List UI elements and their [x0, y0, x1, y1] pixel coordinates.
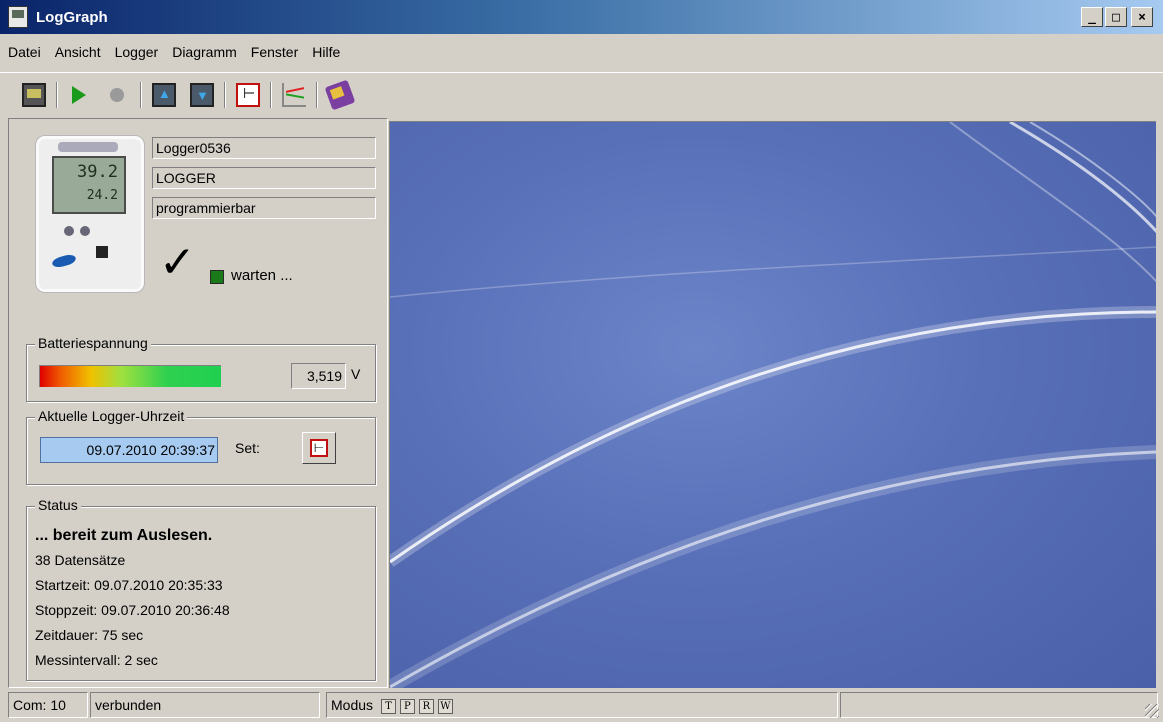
- status-group-title: Status: [35, 497, 81, 513]
- menu-ansicht[interactable]: Ansicht: [55, 44, 101, 60]
- status-headline: ... bereit zum Auslesen.: [35, 527, 213, 544]
- device-button: [80, 226, 90, 236]
- menu-fenster[interactable]: Fenster: [251, 44, 298, 60]
- logger-name-field: Logger0536: [152, 137, 376, 159]
- battery-group: Batteriespannung 3,519 V: [26, 335, 376, 402]
- status-records: 38 Datensätze: [35, 552, 126, 568]
- toolbar-separator: [316, 81, 318, 108]
- toolbar-separator: [224, 81, 226, 108]
- set-time-button[interactable]: ⊢: [302, 432, 336, 464]
- toolbar-separator: [140, 81, 142, 108]
- status-lines: ... bereit zum Auslesen. 38 Datensätze S…: [35, 523, 230, 673]
- status-led-icon: [210, 270, 224, 284]
- mode-label: Modus: [331, 697, 374, 713]
- logger-device-image: 39.2 24.2: [35, 135, 145, 293]
- com-port-panel: Com: 10: [8, 692, 88, 718]
- menu-diagramm[interactable]: Diagramm: [172, 44, 237, 60]
- status-group: Status ... bereit zum Auslesen. 38 Daten…: [26, 497, 376, 681]
- mode-t: T: [380, 698, 396, 714]
- checkmark-icon: ✓: [159, 237, 196, 288]
- status-start-time: Startzeit: 09.07.2010 20:35:33: [35, 577, 223, 593]
- battery-voltage-unit: V: [351, 366, 361, 382]
- help-book-icon[interactable]: [324, 79, 356, 110]
- workspace-background: [389, 121, 1156, 688]
- toolbar-separator: [270, 81, 272, 108]
- download-icon[interactable]: [190, 82, 214, 107]
- record-icon: [110, 87, 124, 102]
- status-bar: Com: 10 verbunden Modus TPRW: [0, 690, 1163, 722]
- play-button[interactable]: [68, 83, 92, 107]
- status-stop-time: Stoppzeit: 09.07.2010 20:36:48: [35, 602, 230, 618]
- extra-status-panel: [840, 692, 1158, 718]
- logger-state-text: warten ...: [231, 267, 293, 284]
- toolbar: [0, 72, 1163, 116]
- resize-grip[interactable]: [1145, 704, 1159, 718]
- record-button[interactable]: [106, 83, 130, 107]
- mode-r: R: [418, 698, 434, 714]
- minimize-button[interactable]: _: [1081, 7, 1103, 27]
- play-icon: [72, 85, 86, 104]
- battery-group-title: Batteriespannung: [35, 335, 151, 351]
- logger-time-field[interactable]: 09.07.2010 20:39:37: [40, 437, 218, 463]
- device-button: [64, 226, 74, 236]
- device-logo: [51, 253, 77, 269]
- mode-w: W: [437, 698, 453, 714]
- menu-datei[interactable]: Datei: [8, 44, 41, 60]
- title-bar: LogGraph _ □ ×: [0, 0, 1163, 34]
- status-interval: Messintervall: 2 sec: [35, 652, 158, 668]
- close-button[interactable]: ×: [1131, 7, 1153, 27]
- logger-type-field: LOGGER: [152, 167, 376, 189]
- menu-hilfe[interactable]: Hilfe: [312, 44, 340, 60]
- toolbar-separator: [56, 81, 58, 108]
- battery-voltage-value: 3,519: [291, 363, 346, 389]
- menu-logger[interactable]: Logger: [115, 44, 159, 60]
- mode-panel: Modus TPRW: [326, 692, 838, 718]
- logger-icon[interactable]: [22, 82, 46, 107]
- logger-time-group: Aktuelle Logger-Uhrzeit 09.07.2010 20:39…: [26, 408, 376, 485]
- lcd-line-2: 24.2: [86, 188, 118, 203]
- set-label: Set:: [235, 440, 260, 456]
- device-lcd: 39.2 24.2: [52, 156, 126, 214]
- lcd-line-1: 39.2: [77, 162, 118, 182]
- app-icon: [8, 6, 28, 28]
- chart-icon[interactable]: [282, 82, 306, 107]
- logger-time-group-title: Aktuelle Logger-Uhrzeit: [35, 408, 188, 424]
- device-hanger: [58, 142, 118, 152]
- window-controls: _ □ ×: [1081, 7, 1153, 27]
- device-usb-port: [96, 246, 108, 258]
- logger-info-panel: 39.2 24.2 Logger0536 LOGGER programmierb…: [8, 118, 388, 688]
- clock-icon[interactable]: [236, 82, 260, 107]
- clock-icon: ⊢: [310, 439, 328, 457]
- status-duration: Zeitdauer: 75 sec: [35, 627, 144, 643]
- logger-mode-field: programmierbar: [152, 197, 376, 219]
- upload-icon[interactable]: [152, 82, 176, 107]
- connection-panel: verbunden: [90, 692, 320, 718]
- battery-level-bar: [39, 365, 221, 387]
- maximize-button[interactable]: □: [1105, 7, 1127, 27]
- wallpaper-streaks: [390, 122, 1156, 688]
- menu-bar: Datei Ansicht Logger Diagramm Fenster Hi…: [0, 34, 1163, 70]
- mode-p: P: [399, 698, 415, 714]
- window-title: LogGraph: [36, 8, 108, 26]
